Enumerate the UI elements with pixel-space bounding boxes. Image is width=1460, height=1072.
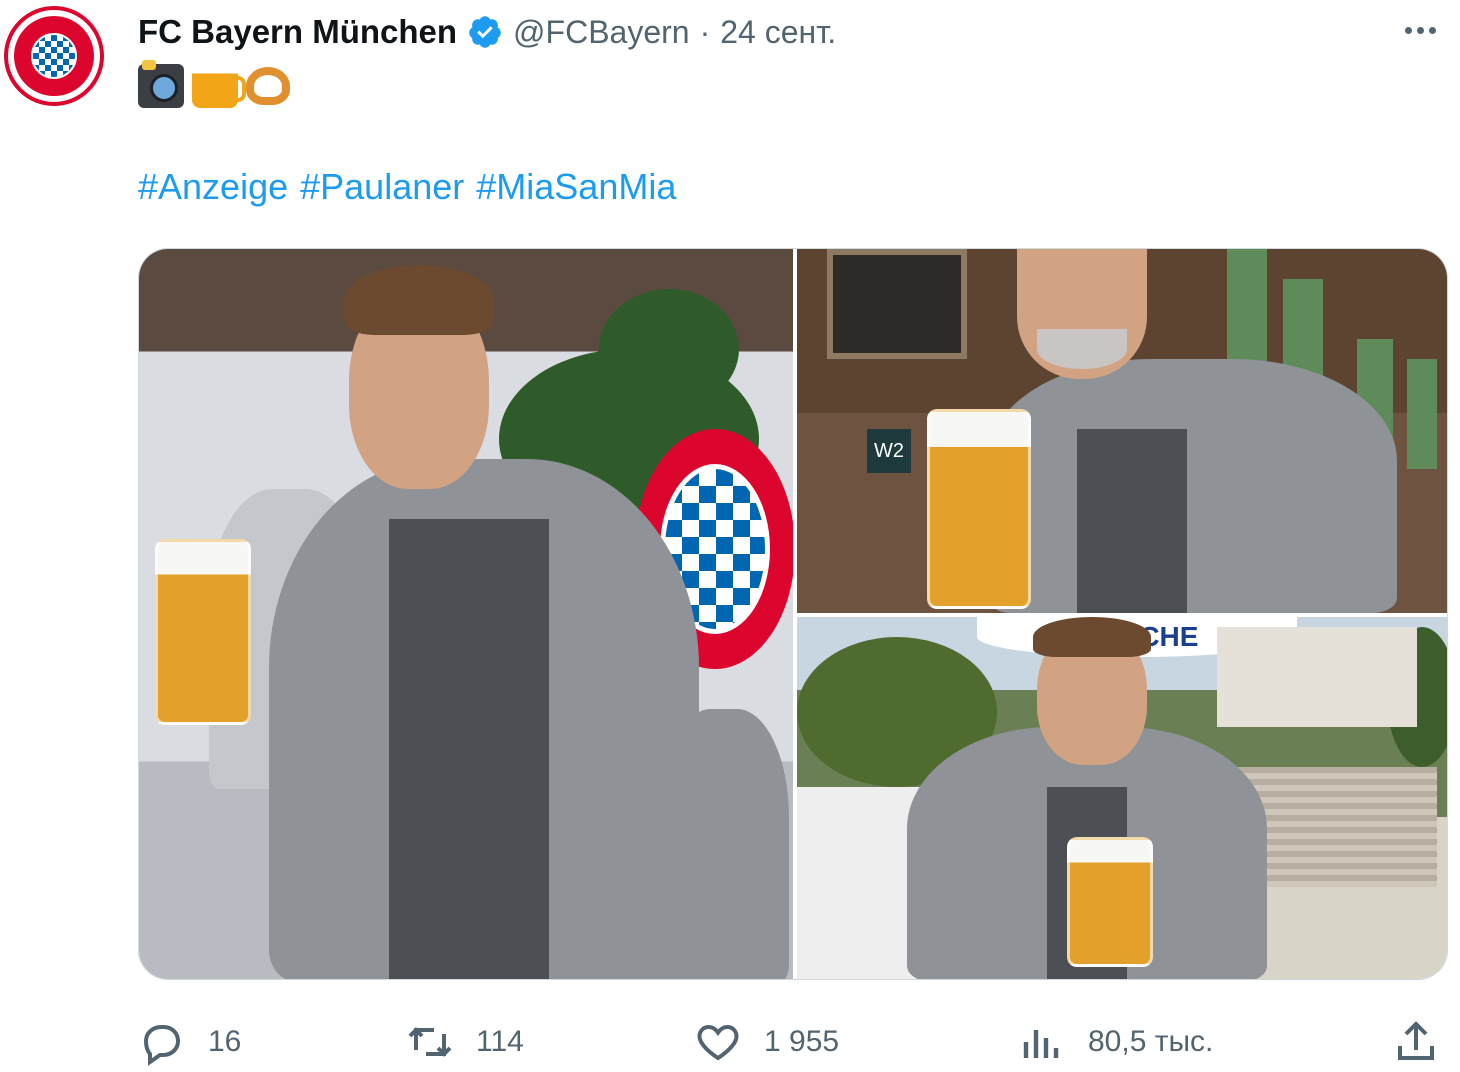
verified-badge-icon	[469, 16, 501, 48]
window	[827, 249, 967, 359]
sign-w2: W2	[867, 429, 911, 473]
share-icon	[1398, 1021, 1434, 1060]
avatar[interactable]	[4, 6, 104, 106]
hashtag-link[interactable]: #Paulaner	[300, 166, 464, 208]
beer-mug	[1067, 837, 1153, 967]
like-button[interactable]: 1 955	[694, 1012, 839, 1072]
retweet-count: 114	[476, 1025, 524, 1058]
hashtag-link[interactable]: #Anzeige	[138, 166, 288, 208]
beard	[1037, 329, 1127, 369]
tweet-actions: 16 114 1 955 80,5 тыс.	[138, 1012, 1448, 1072]
views-button[interactable]: 80,5 тыс.	[1018, 1012, 1213, 1072]
more-dot-icon	[1428, 26, 1436, 34]
vest	[389, 519, 549, 979]
hair	[1033, 617, 1151, 657]
foliage	[599, 289, 739, 409]
views-count: 80,5 тыс.	[1088, 1025, 1214, 1058]
reply-button[interactable]: 16	[138, 1012, 241, 1072]
separator-dot: ·	[699, 13, 711, 50]
media-grid: W2 MÜNCHE	[138, 248, 1448, 980]
photo-thomas-muller[interactable]: MÜNCHE	[797, 617, 1447, 979]
more-dot-icon	[1404, 26, 1412, 34]
tweet-header: FC Bayern München @FCBayern · 24 сент.	[138, 8, 836, 56]
retweet-icon	[408, 1027, 452, 1057]
display-name[interactable]: FC Bayern München	[138, 13, 457, 51]
tweet[interactable]: FC Bayern München @FCBayern · 24 сент. #…	[0, 0, 1460, 1072]
vest	[1077, 429, 1187, 613]
retweet-button[interactable]: 114	[406, 1012, 524, 1072]
reply-count: 16	[208, 1025, 242, 1058]
more-dot-icon	[1416, 26, 1424, 34]
jacket	[987, 359, 1397, 613]
hashtag-link[interactable]: #MiaSanMia	[476, 166, 676, 208]
emoji-row	[138, 60, 290, 108]
beer-mug	[927, 409, 1031, 609]
photo-thomas-tuchel[interactable]: W2	[797, 249, 1447, 613]
bayern-crest-icon	[14, 16, 94, 96]
camera-with-flash-icon	[138, 60, 184, 108]
clinking-beer-mugs-icon	[192, 64, 246, 108]
share-button[interactable]	[1392, 1012, 1440, 1072]
heart-icon	[697, 1024, 739, 1061]
reply-icon	[143, 1025, 181, 1066]
analytics-icon	[1023, 1030, 1059, 1058]
tweet-text: #Anzeige #Paulaner #MiaSanMia	[138, 166, 676, 208]
photo-harry-kane[interactable]	[139, 249, 793, 979]
beer-mug	[155, 539, 251, 725]
building	[1217, 627, 1417, 727]
like-count: 1 955	[764, 1025, 840, 1058]
timestamp-link[interactable]: 24 сент.	[720, 14, 836, 51]
pretzel-icon	[246, 67, 290, 105]
handle[interactable]: @FCBayern	[513, 14, 690, 51]
shutter	[1407, 359, 1437, 469]
hair	[344, 265, 494, 335]
more-options-button[interactable]	[1398, 10, 1442, 50]
